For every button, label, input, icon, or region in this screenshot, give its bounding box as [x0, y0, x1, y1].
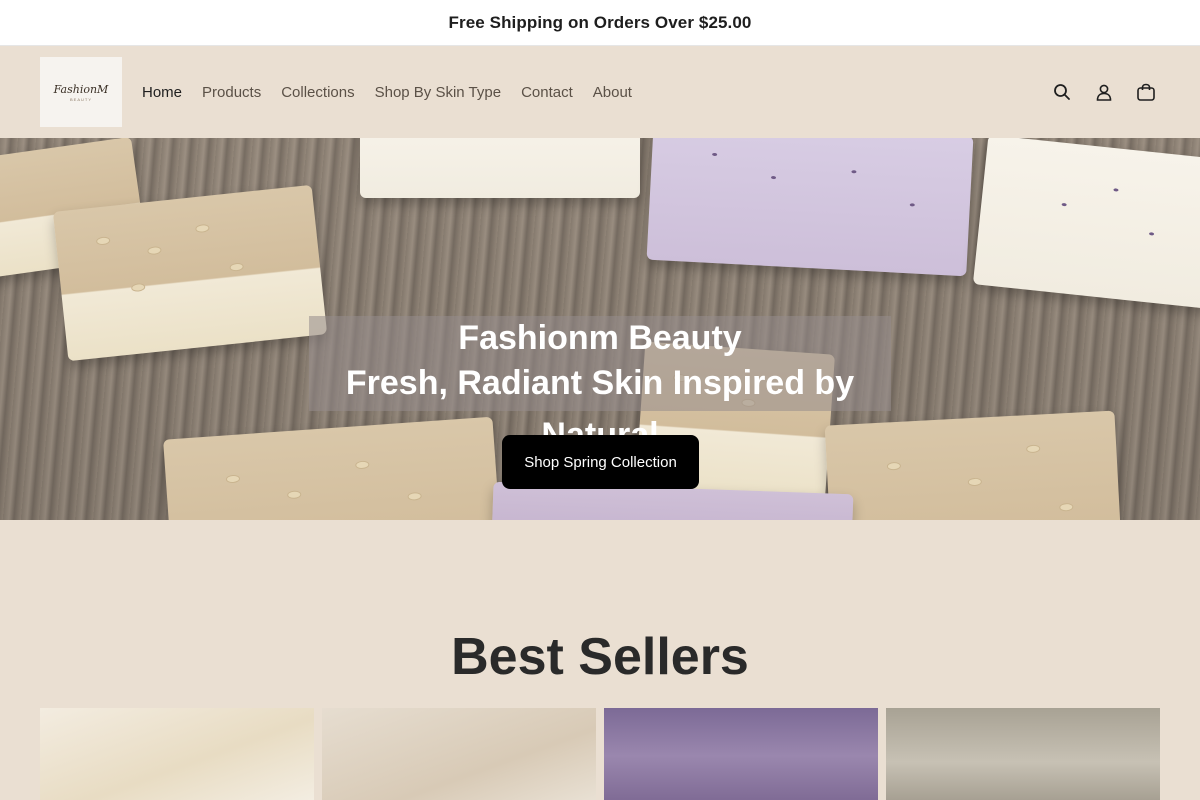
announcement-text: Free Shipping on Orders Over $25.00 — [448, 12, 752, 32]
site-header: FashionM BEAUTY Home Products Collection… — [0, 46, 1200, 138]
soap-image — [360, 138, 640, 198]
logo-script: FashionM — [53, 82, 109, 96]
shop-spring-collection-button[interactable]: Shop Spring Collection — [502, 435, 699, 489]
product-card-image[interactable] — [322, 708, 596, 800]
hero-banner: Fashionm Beauty Fresh, Radiant Skin Insp… — [0, 138, 1200, 520]
nav-about[interactable]: About — [593, 84, 632, 101]
soap-image — [52, 184, 328, 362]
best-sellers-grid — [0, 708, 1200, 800]
hero-text-box: Fashionm Beauty Fresh, Radiant Skin Insp… — [309, 316, 891, 454]
product-card-image[interactable] — [40, 708, 314, 800]
best-sellers-title: Best Sellers — [451, 628, 749, 686]
nav-home[interactable]: Home — [142, 84, 182, 101]
logo-sub: BEAUTY — [69, 96, 92, 102]
nav-products[interactable]: Products — [202, 84, 261, 101]
product-card-image[interactable] — [886, 708, 1160, 800]
logo[interactable]: FashionM BEAUTY — [40, 57, 122, 127]
main-nav: Home Products Collections Shop By Skin T… — [142, 84, 652, 101]
nav-contact[interactable]: Contact — [521, 84, 573, 101]
soap-image — [646, 138, 974, 277]
announcement-bar: Free Shipping on Orders Over $25.00 — [0, 0, 1200, 46]
nav-shop-by-skin-type[interactable]: Shop By Skin Type — [375, 84, 501, 101]
nav-collections[interactable]: Collections — [281, 84, 354, 101]
header-icons — [1034, 46, 1160, 138]
soap-image — [972, 138, 1200, 312]
account-icon[interactable] — [1090, 78, 1118, 106]
cart-icon[interactable] — [1132, 78, 1160, 106]
search-icon[interactable] — [1048, 78, 1076, 106]
product-card-image[interactable] — [604, 708, 878, 800]
hero-title: Fashionm Beauty — [458, 319, 742, 357]
